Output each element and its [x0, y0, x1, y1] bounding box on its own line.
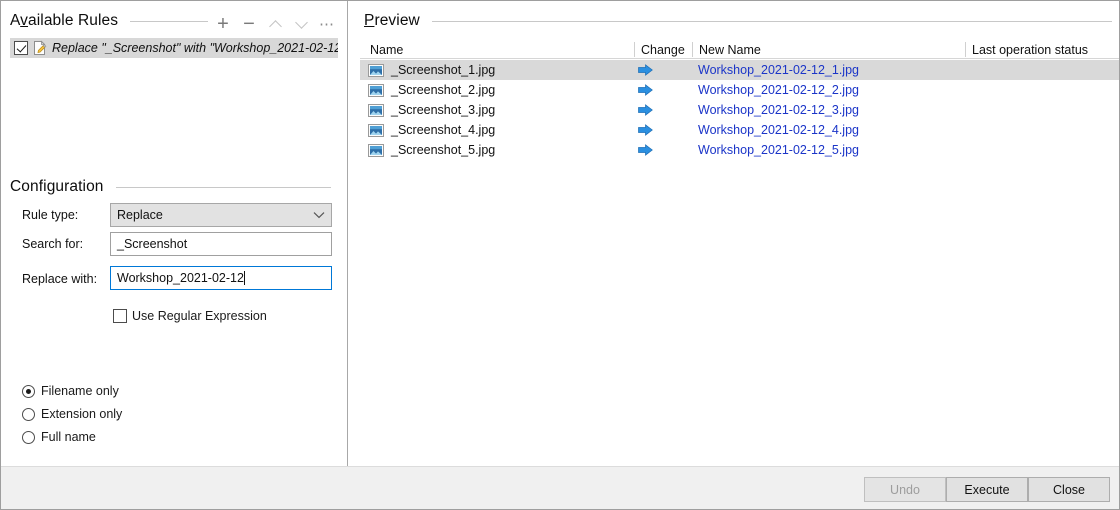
rule-type-value: Replace — [117, 208, 163, 222]
arrow-right-icon — [638, 64, 653, 76]
file-name: _Screenshot_4.jpg — [391, 123, 495, 137]
change-cell — [638, 64, 653, 76]
new-file-name: Workshop_2021-02-12_2.jpg — [698, 83, 859, 97]
file-name: _Screenshot_1.jpg — [391, 63, 495, 77]
table-row[interactable]: _Screenshot_1.jpg Workshop_2021-02-12_1.… — [360, 60, 1120, 80]
file-name-cell: _Screenshot_2.jpg — [368, 83, 495, 97]
image-file-icon — [368, 124, 384, 137]
new-file-name: Workshop_2021-02-12_3.jpg — [698, 103, 859, 117]
column-header-last-operation-status[interactable]: Last operation status — [966, 40, 1120, 59]
more-options-button[interactable]: ⋯ — [314, 13, 340, 35]
scope-extension-only[interactable]: Extension only — [22, 407, 122, 421]
arrow-right-icon — [638, 124, 653, 136]
rule-description: Replace "_Screenshot" with "Workshop_202… — [52, 41, 338, 55]
new-file-name: Workshop_2021-02-12_5.jpg — [698, 143, 859, 157]
file-name: _Screenshot_5.jpg — [391, 143, 495, 157]
chevron-up-icon — [269, 20, 282, 33]
file-name-cell: _Screenshot_1.jpg — [368, 63, 495, 77]
search-for-label: Search for: — [22, 237, 83, 251]
chevron-down-icon — [313, 208, 325, 222]
change-cell — [638, 104, 653, 116]
search-for-value: _Screenshot — [117, 237, 187, 251]
group-separator-line — [130, 21, 208, 22]
change-cell — [638, 84, 653, 96]
arrow-right-icon — [638, 104, 653, 116]
arrow-right-icon — [638, 144, 653, 156]
replace-with-value: Workshop_2021-02-12 — [117, 271, 244, 285]
power-rename-dialog: Available Rules + − ⋯ — [0, 0, 1120, 510]
preview-column-headers: Name Change New Name Last operation stat… — [360, 40, 1120, 59]
image-file-icon — [368, 104, 384, 117]
use-regex-label: Use Regular Expression — [132, 309, 267, 323]
file-name: _Screenshot_2.jpg — [391, 83, 495, 97]
image-file-icon — [368, 64, 384, 77]
file-name-cell: _Screenshot_4.jpg — [368, 123, 495, 137]
change-cell — [638, 144, 653, 156]
close-button[interactable]: Close — [1028, 477, 1110, 502]
available-rules-title: Available Rules — [10, 12, 118, 30]
radio-filename-only[interactable] — [22, 385, 35, 398]
replace-with-input[interactable]: Workshop_2021-02-12 — [110, 266, 332, 290]
preview-header: Preview — [364, 12, 1120, 30]
scope-filename-only[interactable]: Filename only — [22, 384, 119, 398]
new-file-name: Workshop_2021-02-12_1.jpg — [698, 63, 859, 77]
dialog-footer: Undo Execute Close — [0, 466, 1120, 510]
scope-label: Extension only — [41, 407, 122, 421]
rule-type-select[interactable]: Replace — [110, 203, 332, 227]
preview-panel: Preview Name Change New Name Last operat… — [360, 0, 1120, 466]
move-rule-down-button[interactable] — [288, 13, 314, 35]
use-regex-checkbox[interactable] — [113, 309, 127, 323]
configuration-title: Configuration — [10, 178, 104, 196]
add-rule-button[interactable]: + — [210, 13, 236, 35]
remove-rule-button[interactable]: − — [236, 13, 262, 35]
column-header-new-name[interactable]: New Name — [693, 40, 965, 59]
preview-title: Preview — [364, 12, 420, 30]
scope-label: Filename only — [41, 384, 119, 398]
rule-type-label: Rule type: — [22, 208, 78, 222]
image-file-icon — [368, 144, 384, 157]
chevron-down-icon — [295, 16, 308, 29]
undo-button[interactable]: Undo — [864, 477, 946, 502]
radio-extension-only[interactable] — [22, 408, 35, 421]
search-for-input[interactable]: _Screenshot — [110, 232, 332, 256]
replace-with-label: Replace with: — [22, 272, 97, 286]
file-name-cell: _Screenshot_3.jpg — [368, 103, 495, 117]
column-header-name[interactable]: Name — [364, 40, 634, 59]
group-separator-line — [116, 187, 331, 188]
panel-divider — [347, 0, 348, 466]
new-file-name: Workshop_2021-02-12_4.jpg — [698, 123, 859, 137]
group-separator-line — [432, 21, 1112, 22]
use-regex-row[interactable]: Use Regular Expression — [113, 309, 267, 323]
file-name-cell: _Screenshot_5.jpg — [368, 143, 495, 157]
table-row[interactable]: _Screenshot_4.jpg Workshop_2021-02-12_4.… — [360, 120, 1120, 140]
scope-label: Full name — [41, 430, 96, 444]
radio-full-name[interactable] — [22, 431, 35, 444]
list-item[interactable]: Replace "_Screenshot" with "Workshop_202… — [10, 38, 338, 58]
arrow-right-icon — [638, 84, 653, 96]
image-file-icon — [368, 84, 384, 97]
file-name: _Screenshot_3.jpg — [391, 103, 495, 117]
column-header-change[interactable]: Change — [635, 40, 692, 59]
rule-enabled-checkbox[interactable] — [14, 41, 28, 55]
change-cell — [638, 124, 653, 136]
available-rules-panel: Available Rules + − ⋯ — [0, 0, 348, 466]
move-rule-up-button[interactable] — [262, 13, 288, 35]
execute-button[interactable]: Execute — [946, 477, 1028, 502]
configuration-header: Configuration — [10, 178, 340, 196]
rules-toolbar: + − ⋯ — [210, 13, 340, 35]
rules-list[interactable]: Replace "_Screenshot" with "Workshop_202… — [10, 38, 340, 168]
table-row[interactable]: _Screenshot_5.jpg Workshop_2021-02-12_5.… — [360, 140, 1120, 160]
table-row[interactable]: _Screenshot_2.jpg Workshop_2021-02-12_2.… — [360, 80, 1120, 100]
table-row[interactable]: _Screenshot_3.jpg Workshop_2021-02-12_3.… — [360, 100, 1120, 120]
edit-pencil-icon — [32, 40, 48, 56]
text-cursor — [244, 271, 245, 285]
scope-full-name[interactable]: Full name — [22, 430, 96, 444]
